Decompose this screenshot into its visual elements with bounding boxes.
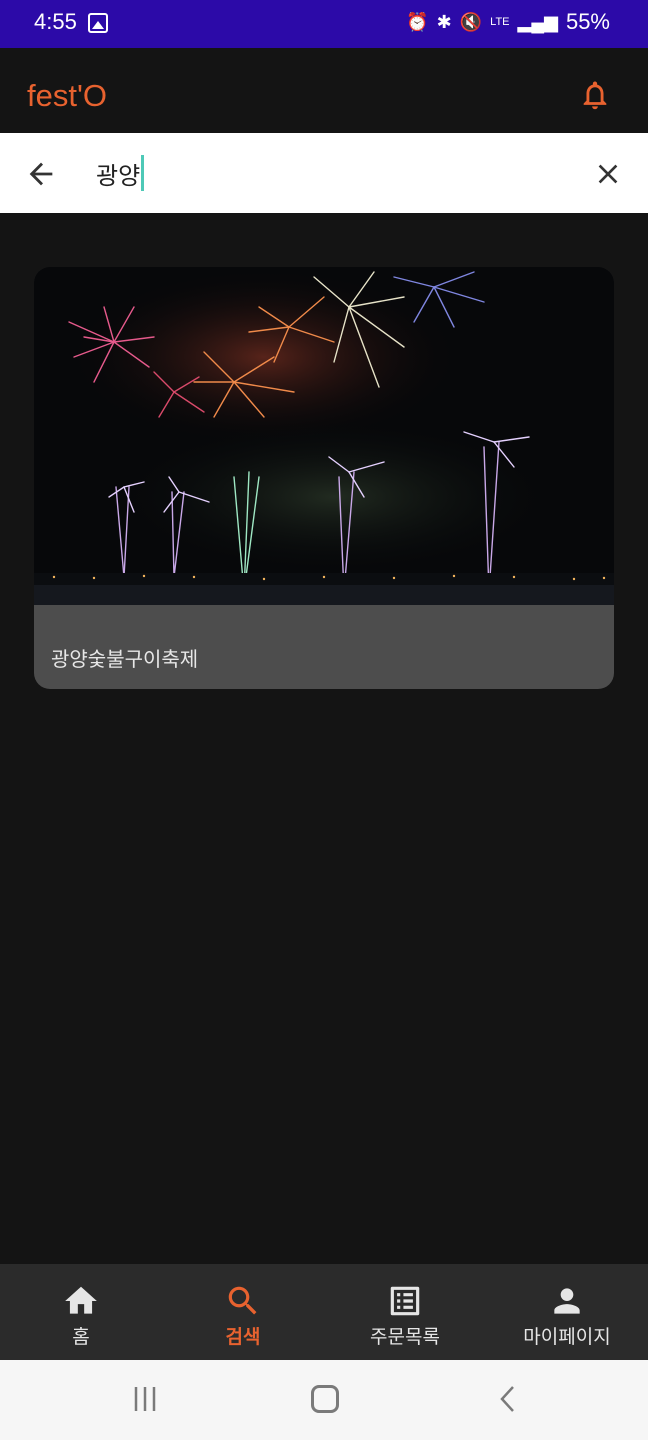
app-title: fest'O: [27, 78, 107, 113]
home-button-icon[interactable]: [311, 1385, 339, 1413]
search-icon: [228, 1286, 257, 1315]
app-bar: fest'O: [0, 48, 648, 133]
nav-item-search[interactable]: 검색: [162, 1264, 324, 1360]
bell-icon[interactable]: [578, 76, 612, 114]
lte-icon: LTE: [490, 16, 510, 28]
nav-item-mypage[interactable]: 마이페이지: [486, 1264, 648, 1360]
mute-icon: 🔇: [459, 11, 483, 32]
nav-label-orders: 주문목록: [370, 1326, 440, 1348]
festival-title: 광양숯불구이축제: [51, 647, 199, 671]
order-list-icon: [390, 1286, 420, 1316]
status-time: 4:55: [34, 9, 77, 34]
nav-label-mypage: 마이페이지: [523, 1326, 611, 1348]
back-arrow-icon[interactable]: [24, 157, 58, 191]
festival-result-card[interactable]: 광양숯불구이축제: [34, 267, 614, 689]
home-icon: [65, 1286, 97, 1314]
nav-label-home: 홈: [72, 1326, 90, 1348]
nav-item-orders[interactable]: 주문목록: [324, 1264, 486, 1360]
battery-level: 55%: [565, 9, 610, 34]
status-icons: ⏰ ✱ 🔇 LTE ▂▄▆ 55%: [406, 9, 610, 35]
person-icon: [554, 1288, 580, 1314]
search-input[interactable]: 광양: [96, 153, 145, 193]
text-caret: [141, 155, 145, 191]
status-bar: 4:55 ⏰ ✱ 🔇 LTE ▂▄▆ 55%: [0, 0, 648, 48]
bottom-navigation: 홈 검색 주문목록 마이페이지: [0, 1264, 648, 1360]
close-icon[interactable]: [592, 158, 624, 190]
nav-item-home[interactable]: 홈: [0, 1264, 162, 1360]
search-bar: 광양: [0, 133, 648, 213]
recent-apps-icon[interactable]: [131, 1385, 159, 1413]
alarm-icon: ⏰: [406, 11, 429, 32]
gallery-icon: [88, 13, 108, 33]
back-icon[interactable]: [494, 1385, 522, 1413]
fireworks-photo: [34, 267, 614, 605]
search-input-value: 광양: [96, 161, 141, 190]
system-navigation-bar: [0, 1360, 648, 1440]
bluetooth-icon: ✱: [436, 11, 452, 32]
nav-label-search: 검색: [225, 1326, 261, 1348]
signal-icon: ▂▄▆: [517, 11, 558, 32]
